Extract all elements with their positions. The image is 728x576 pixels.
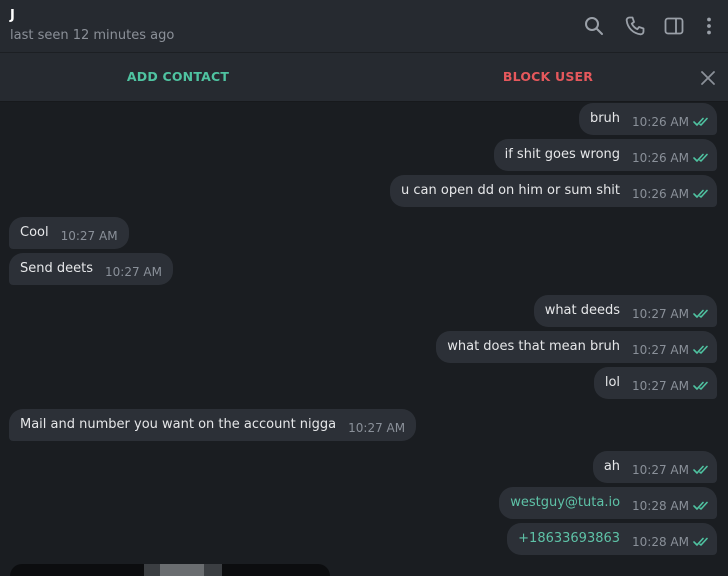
message-bubble-outgoing[interactable]: +18633693863 10:28 AM — [507, 523, 717, 555]
message-bubble-outgoing[interactable]: westguy@tuta.io 10:28 AM — [499, 487, 717, 519]
double-check-icon — [693, 465, 711, 475]
message-time: 10:27 AM — [105, 265, 162, 279]
search-icon[interactable] — [582, 14, 606, 38]
message-time: 10:27 AM — [60, 229, 118, 243]
message-text: ah — [603, 459, 621, 474]
media-image — [160, 564, 204, 576]
message-time: 10:27 AM — [632, 343, 689, 357]
message-text: what does that mean bruh — [447, 339, 621, 354]
double-check-icon — [693, 189, 711, 199]
message-text: lol — [604, 375, 621, 390]
message-time: 10:26 AM — [632, 115, 689, 129]
message-text: Send deets — [20, 261, 93, 276]
message-bubble-outgoing[interactable]: what does that mean bruh 10:27 AM — [436, 331, 717, 363]
message-time: 10:27 AM — [348, 421, 406, 435]
double-check-icon — [693, 345, 711, 355]
message-text: Mail and number you want on the account … — [20, 417, 337, 432]
media-message-preview[interactable] — [10, 564, 330, 576]
message-time: 10:26 AM — [632, 151, 689, 165]
double-check-icon — [693, 501, 711, 511]
message-text: what deeds — [544, 303, 621, 318]
add-contact-button[interactable]: ADD CONTACT — [0, 53, 356, 101]
double-check-icon — [693, 117, 711, 127]
message-bubble-outgoing[interactable]: what deeds 10:27 AM — [533, 295, 717, 327]
message-bubble-incoming[interactable]: Mail and number you want on the account … — [9, 409, 417, 441]
double-check-icon — [693, 309, 711, 319]
double-check-icon — [693, 153, 711, 163]
message-bubble-outgoing[interactable]: u can open dd on him or sum shit 10:26 AM — [390, 175, 717, 207]
close-icon[interactable] — [699, 69, 717, 87]
phone-icon[interactable] — [623, 14, 647, 38]
message-text: u can open dd on him or sum shit — [401, 183, 621, 198]
sidebar-toggle-icon[interactable] — [662, 14, 686, 38]
email-link[interactable]: westguy@tuta.io — [510, 495, 620, 510]
message-time: 10:28 AM — [632, 535, 689, 549]
message-time: 10:27 AM — [632, 463, 689, 477]
contact-name[interactable]: J — [10, 8, 15, 23]
double-check-icon — [693, 537, 711, 547]
message-time: 10:27 AM — [632, 307, 689, 321]
message-text: Cool — [20, 225, 49, 240]
message-bubble-outgoing[interactable]: ah 10:27 AM — [592, 451, 717, 483]
message-bubble-incoming[interactable]: Send deets 10:27 AM — [9, 253, 173, 285]
message-bubble-outgoing[interactable]: if shit goes wrong 10:26 AM — [493, 139, 717, 171]
message-time: 10:27 AM — [632, 379, 689, 393]
phone-number-link[interactable]: +18633693863 — [518, 531, 620, 546]
more-vertical-icon[interactable] — [697, 14, 721, 38]
message-text: if shit goes wrong — [504, 147, 621, 162]
contact-action-bar: ADD CONTACT BLOCK USER — [0, 53, 728, 102]
block-user-button[interactable]: BLOCK USER — [370, 53, 726, 101]
message-time: 10:26 AM — [632, 187, 689, 201]
message-bubble-incoming[interactable]: Cool 10:27 AM — [9, 217, 129, 249]
message-text: bruh — [589, 111, 621, 126]
message-bubble-outgoing[interactable]: lol 10:27 AM — [593, 367, 717, 399]
last-seen-status: last seen 12 minutes ago — [10, 28, 175, 43]
message-bubble-outgoing[interactable]: bruh 10:26 AM — [578, 103, 717, 135]
message-time: 10:28 AM — [632, 499, 689, 513]
chat-header: J last seen 12 minutes ago — [0, 0, 728, 53]
double-check-icon — [693, 381, 711, 391]
